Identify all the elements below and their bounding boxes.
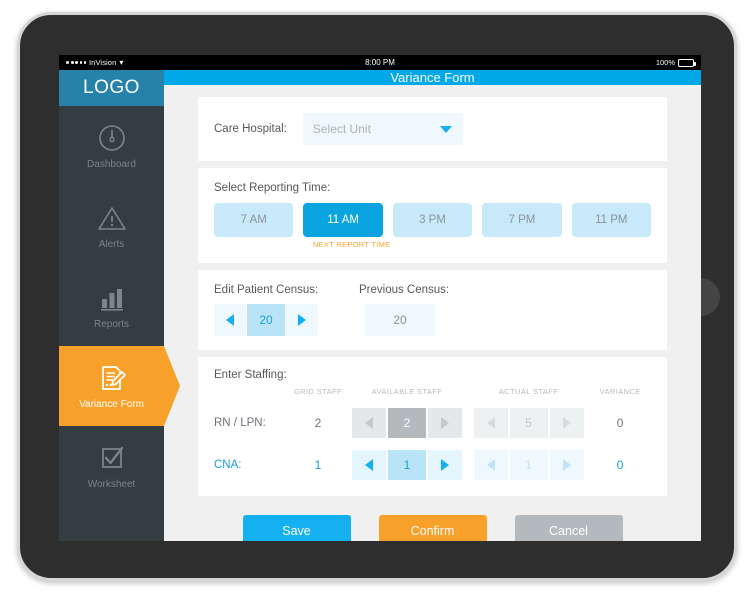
save-button[interactable]: Save <box>242 515 351 541</box>
content-pane: Variance Form Care Hospital: Select Unit… <box>164 70 701 541</box>
status-bar: InVision ▾ 8:00 PM 100% <box>59 55 701 70</box>
form-actions: Save Confirm Cancel <box>198 503 667 541</box>
form-pen-icon <box>96 362 128 394</box>
available-increment-button[interactable] <box>427 450 462 480</box>
sidebar-item-alerts[interactable]: Alerts <box>59 186 164 266</box>
arrow-left-icon <box>364 417 373 429</box>
staff-available-stepper: 1 <box>346 450 468 480</box>
cancel-button[interactable]: Cancel <box>514 515 623 541</box>
staff-variance-value: 0 <box>616 458 624 472</box>
unit-select[interactable]: Select Unit <box>302 113 463 145</box>
staffing-col-grid: GRID STAFF <box>293 387 342 396</box>
census-value[interactable]: 20 <box>247 304 285 336</box>
staff-grid-value: 2 <box>314 416 322 430</box>
enter-staffing-label: Enter Staffing: <box>214 369 287 381</box>
app-container: LOGO Dashboard Alerts Reports Variance F… <box>59 70 701 541</box>
sidebar: LOGO Dashboard Alerts Reports Variance F… <box>59 70 180 541</box>
available-value[interactable]: 1 <box>387 450 426 480</box>
reporting-time-label: Select Reporting Time: <box>214 182 331 194</box>
tablet-device-frame: InVision ▾ 8:00 PM 100% LOGO Dashboard A… <box>17 12 737 581</box>
time-option-11pm[interactable]: 11 PM <box>571 203 652 237</box>
available-decrement-button[interactable] <box>351 450 386 480</box>
battery-percent-label: 100% <box>655 58 675 67</box>
care-hospital-label: Care Hospital: <box>214 123 287 135</box>
arrow-left-icon <box>486 417 495 429</box>
actual-decrement-button[interactable] <box>473 408 508 438</box>
arrow-right-icon <box>440 417 449 429</box>
arrow-left-icon <box>226 314 234 326</box>
table-row: RN / LPN: 2 2 5 0 <box>214 408 651 438</box>
staffing-col-blank <box>214 387 290 396</box>
time-option-3pm[interactable]: 3 PM <box>392 203 473 237</box>
actual-value[interactable]: 1 <box>509 450 548 480</box>
staff-available-stepper: 2 <box>346 408 468 438</box>
census-increment-button[interactable] <box>286 304 318 336</box>
arrow-right-icon <box>562 417 571 429</box>
battery-icon <box>678 58 696 67</box>
status-bar-right: 100% <box>655 58 696 67</box>
previous-census-value: 20 <box>365 304 435 336</box>
staffing-col-variance: VARIANCE <box>599 387 641 396</box>
census-decrement-button[interactable] <box>214 304 246 336</box>
bar-chart-icon <box>96 282 128 314</box>
status-bar-clock: 8:00 PM <box>365 58 395 67</box>
reporting-time-options: 7 AM 11 AM 3 PM 7 PM 11 PM <box>214 203 652 237</box>
gauge-icon <box>96 122 128 154</box>
warning-icon <box>96 202 128 234</box>
sidebar-item-label: Alerts <box>98 239 125 250</box>
arrow-right-icon <box>440 459 449 471</box>
staffing-header-row: GRID STAFF AVAILABLE STAFF ACTUAL STAFF … <box>214 387 651 396</box>
sidebar-item-label: Variance Form <box>79 399 144 410</box>
actual-increment-button[interactable] <box>549 450 584 480</box>
app-logo: LOGO <box>59 70 164 106</box>
staff-grid-value: 1 <box>314 458 322 472</box>
staff-variance-value: 0 <box>616 416 624 430</box>
sidebar-item-reports[interactable]: Reports <box>59 266 164 346</box>
available-decrement-button[interactable] <box>351 408 386 438</box>
table-row: CNA: 1 1 1 0 <box>214 450 651 480</box>
sidebar-item-label: Reports <box>93 319 129 330</box>
census-stepper: 20 <box>214 304 318 336</box>
unit-section: Care Hospital: Select Unit <box>198 97 667 161</box>
staff-row-name: CNA: <box>214 459 242 471</box>
actual-decrement-button[interactable] <box>473 450 508 480</box>
census-section: Edit Patient Census: Previous Census: 20… <box>198 270 667 350</box>
arrow-right-icon <box>298 314 306 326</box>
reporting-time-section: Select Reporting Time: 7 AM 11 AM 3 PM 7… <box>198 168 667 263</box>
page-title: Variance Form <box>164 70 701 85</box>
tablet-screen: InVision ▾ 8:00 PM 100% LOGO Dashboard A… <box>59 55 701 541</box>
staff-actual-stepper: 1 <box>468 450 590 480</box>
sidebar-item-dashboard[interactable]: Dashboard <box>59 106 164 186</box>
actual-increment-button[interactable] <box>549 408 584 438</box>
edit-census-label: Edit Patient Census: <box>214 284 319 296</box>
time-option-11am[interactable]: 11 AM <box>303 203 383 237</box>
staffing-section: Enter Staffing: GRID STAFF AVAILABLE STA… <box>198 357 667 496</box>
staff-row-name: RN / LPN: <box>214 417 266 429</box>
arrow-right-icon <box>562 459 571 471</box>
chevron-down-icon <box>439 126 452 133</box>
staff-actual-stepper: 5 <box>468 408 590 438</box>
available-value[interactable]: 2 <box>387 408 426 438</box>
sidebar-item-worksheet[interactable]: Worksheet <box>59 426 164 506</box>
arrow-left-icon <box>486 459 495 471</box>
census-labels: Edit Patient Census: Previous Census: <box>214 284 651 296</box>
staffing-col-actual: ACTUAL STAFF <box>498 387 559 396</box>
sidebar-item-label: Worksheet <box>87 479 136 490</box>
checkbox-icon <box>96 442 128 474</box>
arrow-left-icon <box>364 459 373 471</box>
variance-form: Care Hospital: Select Unit Select Report… <box>164 85 701 541</box>
time-option-7am[interactable]: 7 AM <box>214 203 294 237</box>
next-report-time-note: NEXT REPORT TIME <box>312 240 391 249</box>
census-controls: 20 20 <box>214 304 651 336</box>
available-increment-button[interactable] <box>427 408 462 438</box>
staffing-col-available: AVAILABLE STAFF <box>371 387 443 396</box>
sidebar-item-label: Dashboard <box>87 159 136 170</box>
sidebar-item-variance-form[interactable]: Variance Form <box>59 346 180 426</box>
confirm-button[interactable]: Confirm <box>378 515 487 541</box>
actual-value[interactable]: 5 <box>509 408 548 438</box>
unit-select-value: Select Unit <box>312 122 371 136</box>
time-option-7pm[interactable]: 7 PM <box>482 203 562 237</box>
previous-census-label: Previous Census: <box>359 284 450 296</box>
